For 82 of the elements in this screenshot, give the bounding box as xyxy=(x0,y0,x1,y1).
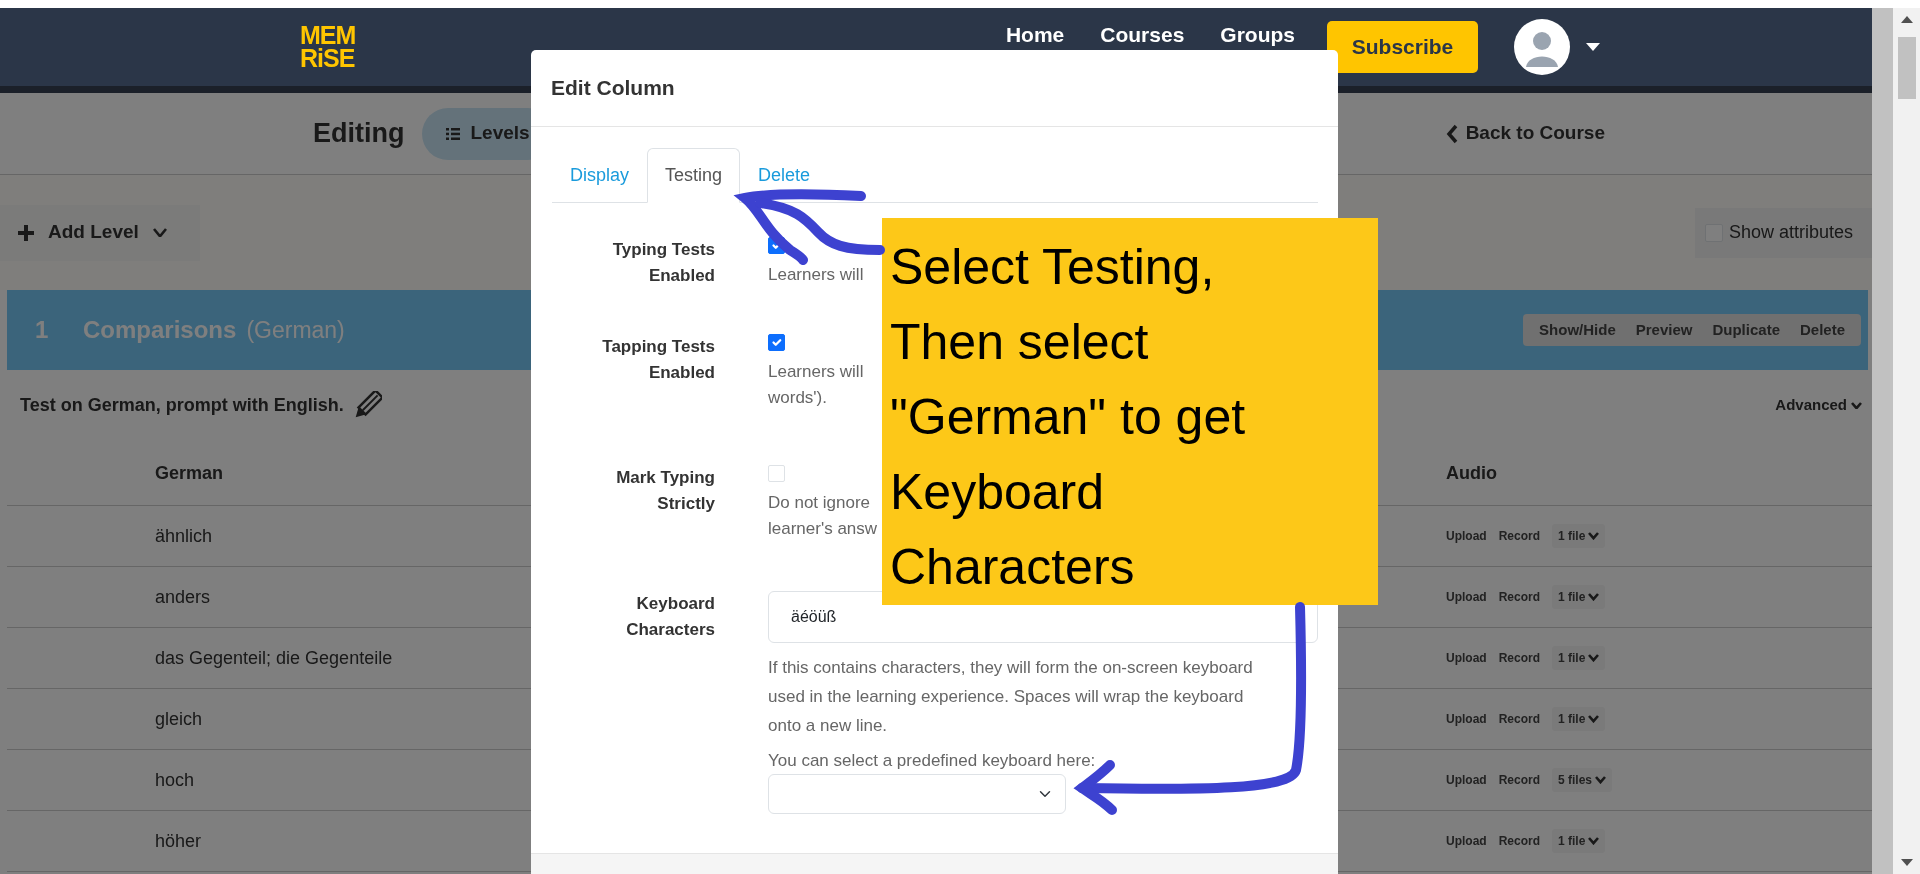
back-link[interactable]: Back to Course xyxy=(1445,119,1605,148)
column-header: Audio xyxy=(1445,461,1497,485)
table-cell: hoch xyxy=(155,769,195,790)
annotation-text: "German" to get xyxy=(890,389,1246,445)
upload-link[interactable]: Upload xyxy=(1446,832,1487,850)
scroll-up-arrow[interactable] xyxy=(1901,16,1913,23)
test-info: Test on German, prompt with English. xyxy=(20,394,344,417)
record-link[interactable]: Record xyxy=(1498,710,1540,728)
list-icon xyxy=(446,127,461,140)
upload-link[interactable]: Upload xyxy=(1446,588,1487,606)
chevron-down-icon xyxy=(1588,715,1600,723)
action-button[interactable]: Delete xyxy=(1789,313,1855,347)
upload-link[interactable]: Upload xyxy=(1446,710,1487,728)
checkbox[interactable] xyxy=(768,334,785,351)
table-cell: das Gegenteil; die Gegenteile xyxy=(155,647,393,668)
help-text: Learners will xyxy=(768,362,864,381)
field-label: Tapping Tests Enabled xyxy=(601,336,715,384)
chevron-down-icon xyxy=(1851,401,1862,410)
table-cell: höher xyxy=(155,830,202,851)
help-text: If this contains characters, they will form the on-screen keyboard used in the learning experience. Spaces will wrap the keyboard onto a new line. xyxy=(768,657,1254,737)
chevron-down-icon xyxy=(1588,593,1600,601)
scroll-thumb[interactable] xyxy=(1898,37,1916,99)
annotation-text: Select Testing, xyxy=(890,239,1215,295)
field-label: Typing Tests Enabled xyxy=(611,239,715,287)
advanced-link[interactable]: Advanced xyxy=(1775,394,1862,417)
record-link[interactable]: Record xyxy=(1498,527,1540,545)
action-button[interactable]: Preview xyxy=(1625,313,1703,347)
annotation-text: Then select xyxy=(890,314,1149,370)
logo[interactable]: MEM RiSE xyxy=(300,24,356,70)
level-number: 1 xyxy=(35,315,50,345)
level-language: (German) xyxy=(246,315,345,345)
table-cell: gleich xyxy=(155,708,203,729)
scrollbar[interactable] xyxy=(1893,8,1920,874)
files-dropdown[interactable]: 1 file xyxy=(1552,707,1606,731)
plus-icon xyxy=(18,224,34,241)
chevron-down-icon xyxy=(1588,654,1600,662)
nav-link[interactable]: Groups xyxy=(1220,23,1295,47)
help-text: Learners will xyxy=(768,265,864,284)
subscribe-button[interactable]: Subscribe xyxy=(1327,21,1478,73)
upload-link[interactable]: Upload xyxy=(1446,527,1487,545)
column-header: German xyxy=(155,462,224,483)
upload-link[interactable]: Upload xyxy=(1446,771,1487,789)
nav-link[interactable]: Courses xyxy=(1100,23,1185,47)
action-button[interactable]: Duplicate xyxy=(1702,313,1790,347)
chevron-down-icon xyxy=(1588,532,1600,540)
help-text: learner's answ xyxy=(768,518,878,538)
action-button[interactable]: Show/Hide xyxy=(1529,313,1626,347)
field-label: Keyboard Characters xyxy=(625,593,715,641)
select-label: You can select a predefined keyboard here: xyxy=(768,751,1096,770)
chevron-left-icon xyxy=(1445,123,1458,144)
add-level-button[interactable]: Add Level xyxy=(0,204,200,261)
files-dropdown[interactable]: 5 files xyxy=(1552,768,1613,792)
files-dropdown[interactable]: 1 file xyxy=(1552,829,1606,853)
chevron-down-icon xyxy=(1588,837,1600,845)
tab[interactable]: Display xyxy=(552,148,648,203)
upload-link[interactable]: Upload xyxy=(1446,649,1487,667)
record-link[interactable]: Record xyxy=(1498,771,1540,789)
tab[interactable]: Testing xyxy=(647,148,741,203)
record-link[interactable]: Record xyxy=(1498,588,1540,606)
tab[interactable]: Delete xyxy=(740,148,829,203)
help-text: words'). xyxy=(768,387,827,407)
record-link[interactable]: Record xyxy=(1498,649,1540,667)
files-dropdown[interactable]: 1 file xyxy=(1552,524,1606,548)
avatar[interactable] xyxy=(1514,19,1570,75)
files-dropdown[interactable]: 1 file xyxy=(1552,646,1606,670)
nav-link[interactable]: Home xyxy=(1005,23,1065,47)
help-text: Do not ignore xyxy=(768,493,871,512)
field-label: Mark Typing Strictly xyxy=(615,467,715,515)
files-dropdown[interactable]: 1 file xyxy=(1552,585,1606,609)
table-cell: ähnlich xyxy=(155,525,213,546)
record-link[interactable]: Record xyxy=(1498,832,1540,850)
chevron-down-icon xyxy=(1595,776,1607,784)
checkbox-label: Show attributes xyxy=(1729,221,1854,244)
dropdown-caret-icon[interactable] xyxy=(1586,43,1600,51)
page-title: Editing xyxy=(313,117,405,151)
chevron-down-icon xyxy=(152,227,167,238)
table-cell: anders xyxy=(155,586,211,607)
scrollbar[interactable] xyxy=(1872,8,1893,874)
annotation-text: Keyboard xyxy=(890,464,1105,520)
modal-title: Edit Column xyxy=(551,75,675,101)
level-title: Comparisons xyxy=(83,315,237,345)
scroll-down-arrow[interactable] xyxy=(1901,859,1913,866)
